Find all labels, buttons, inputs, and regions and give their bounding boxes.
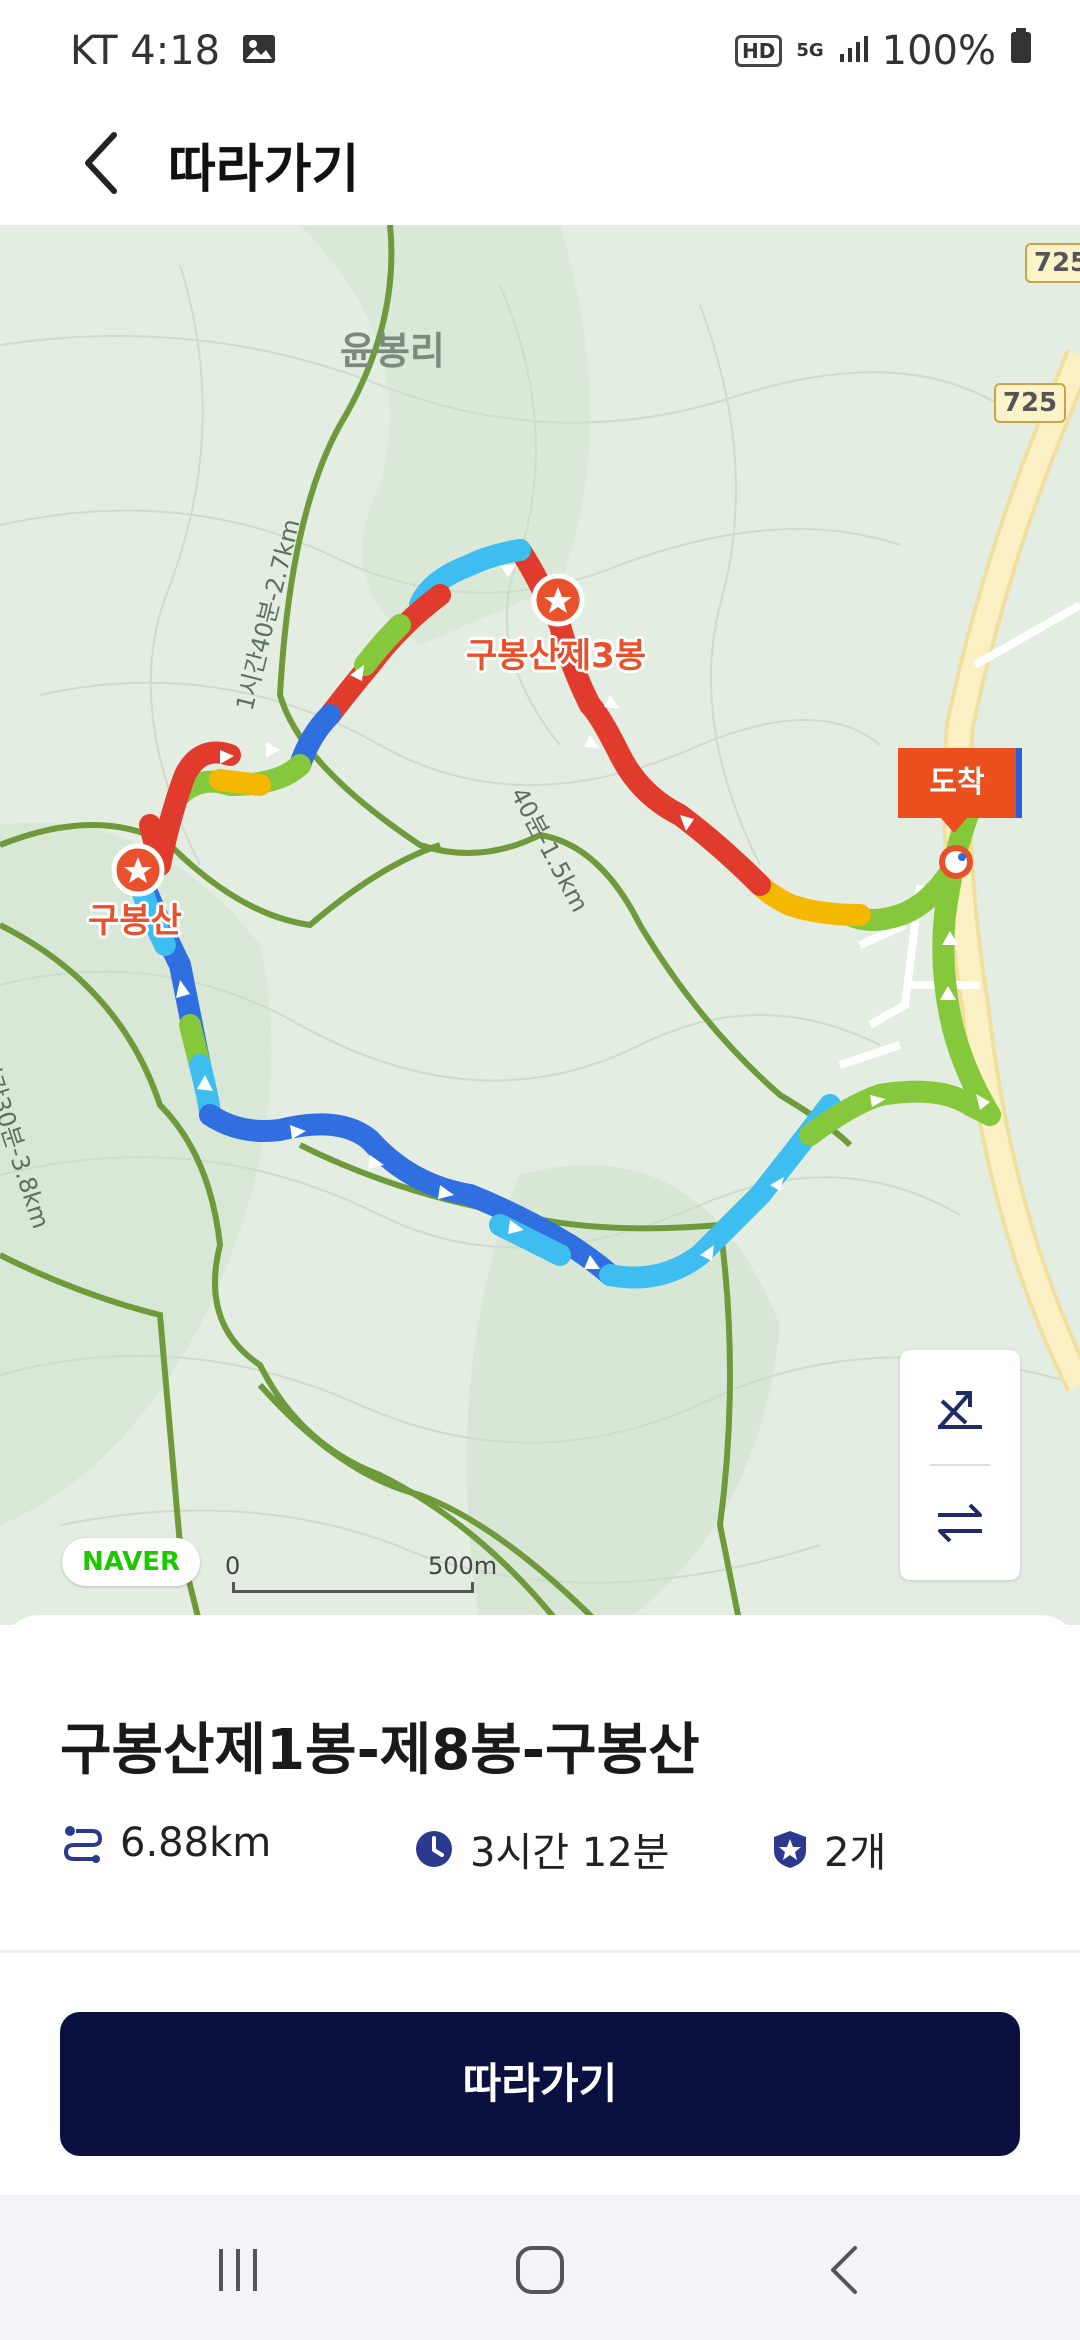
arrival-flag: 도착 (898, 748, 1022, 818)
gallery-icon (242, 28, 276, 74)
duration-stat: 3시간 12분 (414, 1820, 669, 1878)
naver-logo: NAVER (62, 1538, 200, 1586)
back-button[interactable] (60, 123, 140, 203)
swap-direction-button[interactable] (900, 1466, 1020, 1580)
status-bar: KT 4:18 HD 5G 100% (0, 0, 1080, 105)
badge-value: 2개 (824, 1830, 887, 1876)
recents-button[interactable] (188, 2225, 288, 2315)
road-number-2: 725 (994, 383, 1066, 423)
peak-label-2: 구봉산제3봉 (466, 636, 647, 676)
scale-end: 500m (428, 1552, 498, 1580)
badge-icon (774, 1831, 806, 1868)
back-icon (831, 2246, 857, 2294)
follow-button[interactable]: 따라가기 (60, 2012, 1020, 2156)
map-tools (900, 1350, 1020, 1580)
home-button[interactable] (490, 2225, 590, 2315)
place-label: 윤봉리 (340, 329, 445, 373)
route-map[interactable]: 윤봉리 구봉산 구봉산제3봉 725 725 1시간40분-2.7km 40분-… (0, 225, 1080, 1625)
elevation-button[interactable] (900, 1350, 1020, 1464)
peak-label-1: 구봉산 (88, 901, 182, 941)
hd-icon: HD (734, 35, 783, 67)
peak-marker-2 (531, 573, 585, 627)
battery-level: 100% (881, 28, 996, 74)
chevron-left-icon (85, 132, 117, 194)
system-nav-bar (0, 2195, 1080, 2340)
system-back-button[interactable] (795, 2225, 895, 2315)
badge-stat: 2개 (772, 1820, 886, 1878)
swap-direction-icon (938, 1503, 982, 1543)
page-title: 따라가기 (168, 140, 360, 200)
status-right: HD 5G 100% (734, 28, 1032, 74)
road-number-1: 725 (1025, 243, 1080, 283)
elevation-icon (938, 1391, 982, 1429)
route-title: 구봉산제1봉-제8봉-구봉산 (60, 1718, 700, 1783)
distance-value: 6.88km (120, 1820, 272, 1866)
scale-start: 0 (225, 1552, 241, 1580)
home-icon (516, 2246, 564, 2294)
battery-icon (1010, 28, 1032, 74)
recents-icon (219, 2249, 257, 2291)
duration-value: 3시간 12분 (470, 1830, 670, 1876)
network-type: 5G (796, 40, 824, 61)
status-left: KT 4:18 (70, 28, 276, 74)
peak-marker-1 (111, 843, 165, 897)
route-icon (63, 1826, 103, 1863)
app-header: 따라가기 (0, 105, 1080, 225)
carrier-time: KT 4:18 (70, 28, 221, 74)
distance-stat: 6.88km (62, 1820, 271, 1866)
arrival-flag-tip (940, 817, 968, 833)
signal-icon (838, 28, 868, 74)
sheet-divider (0, 1950, 1080, 1953)
scale-bar (232, 1582, 474, 1593)
clock-icon (416, 1831, 452, 1867)
